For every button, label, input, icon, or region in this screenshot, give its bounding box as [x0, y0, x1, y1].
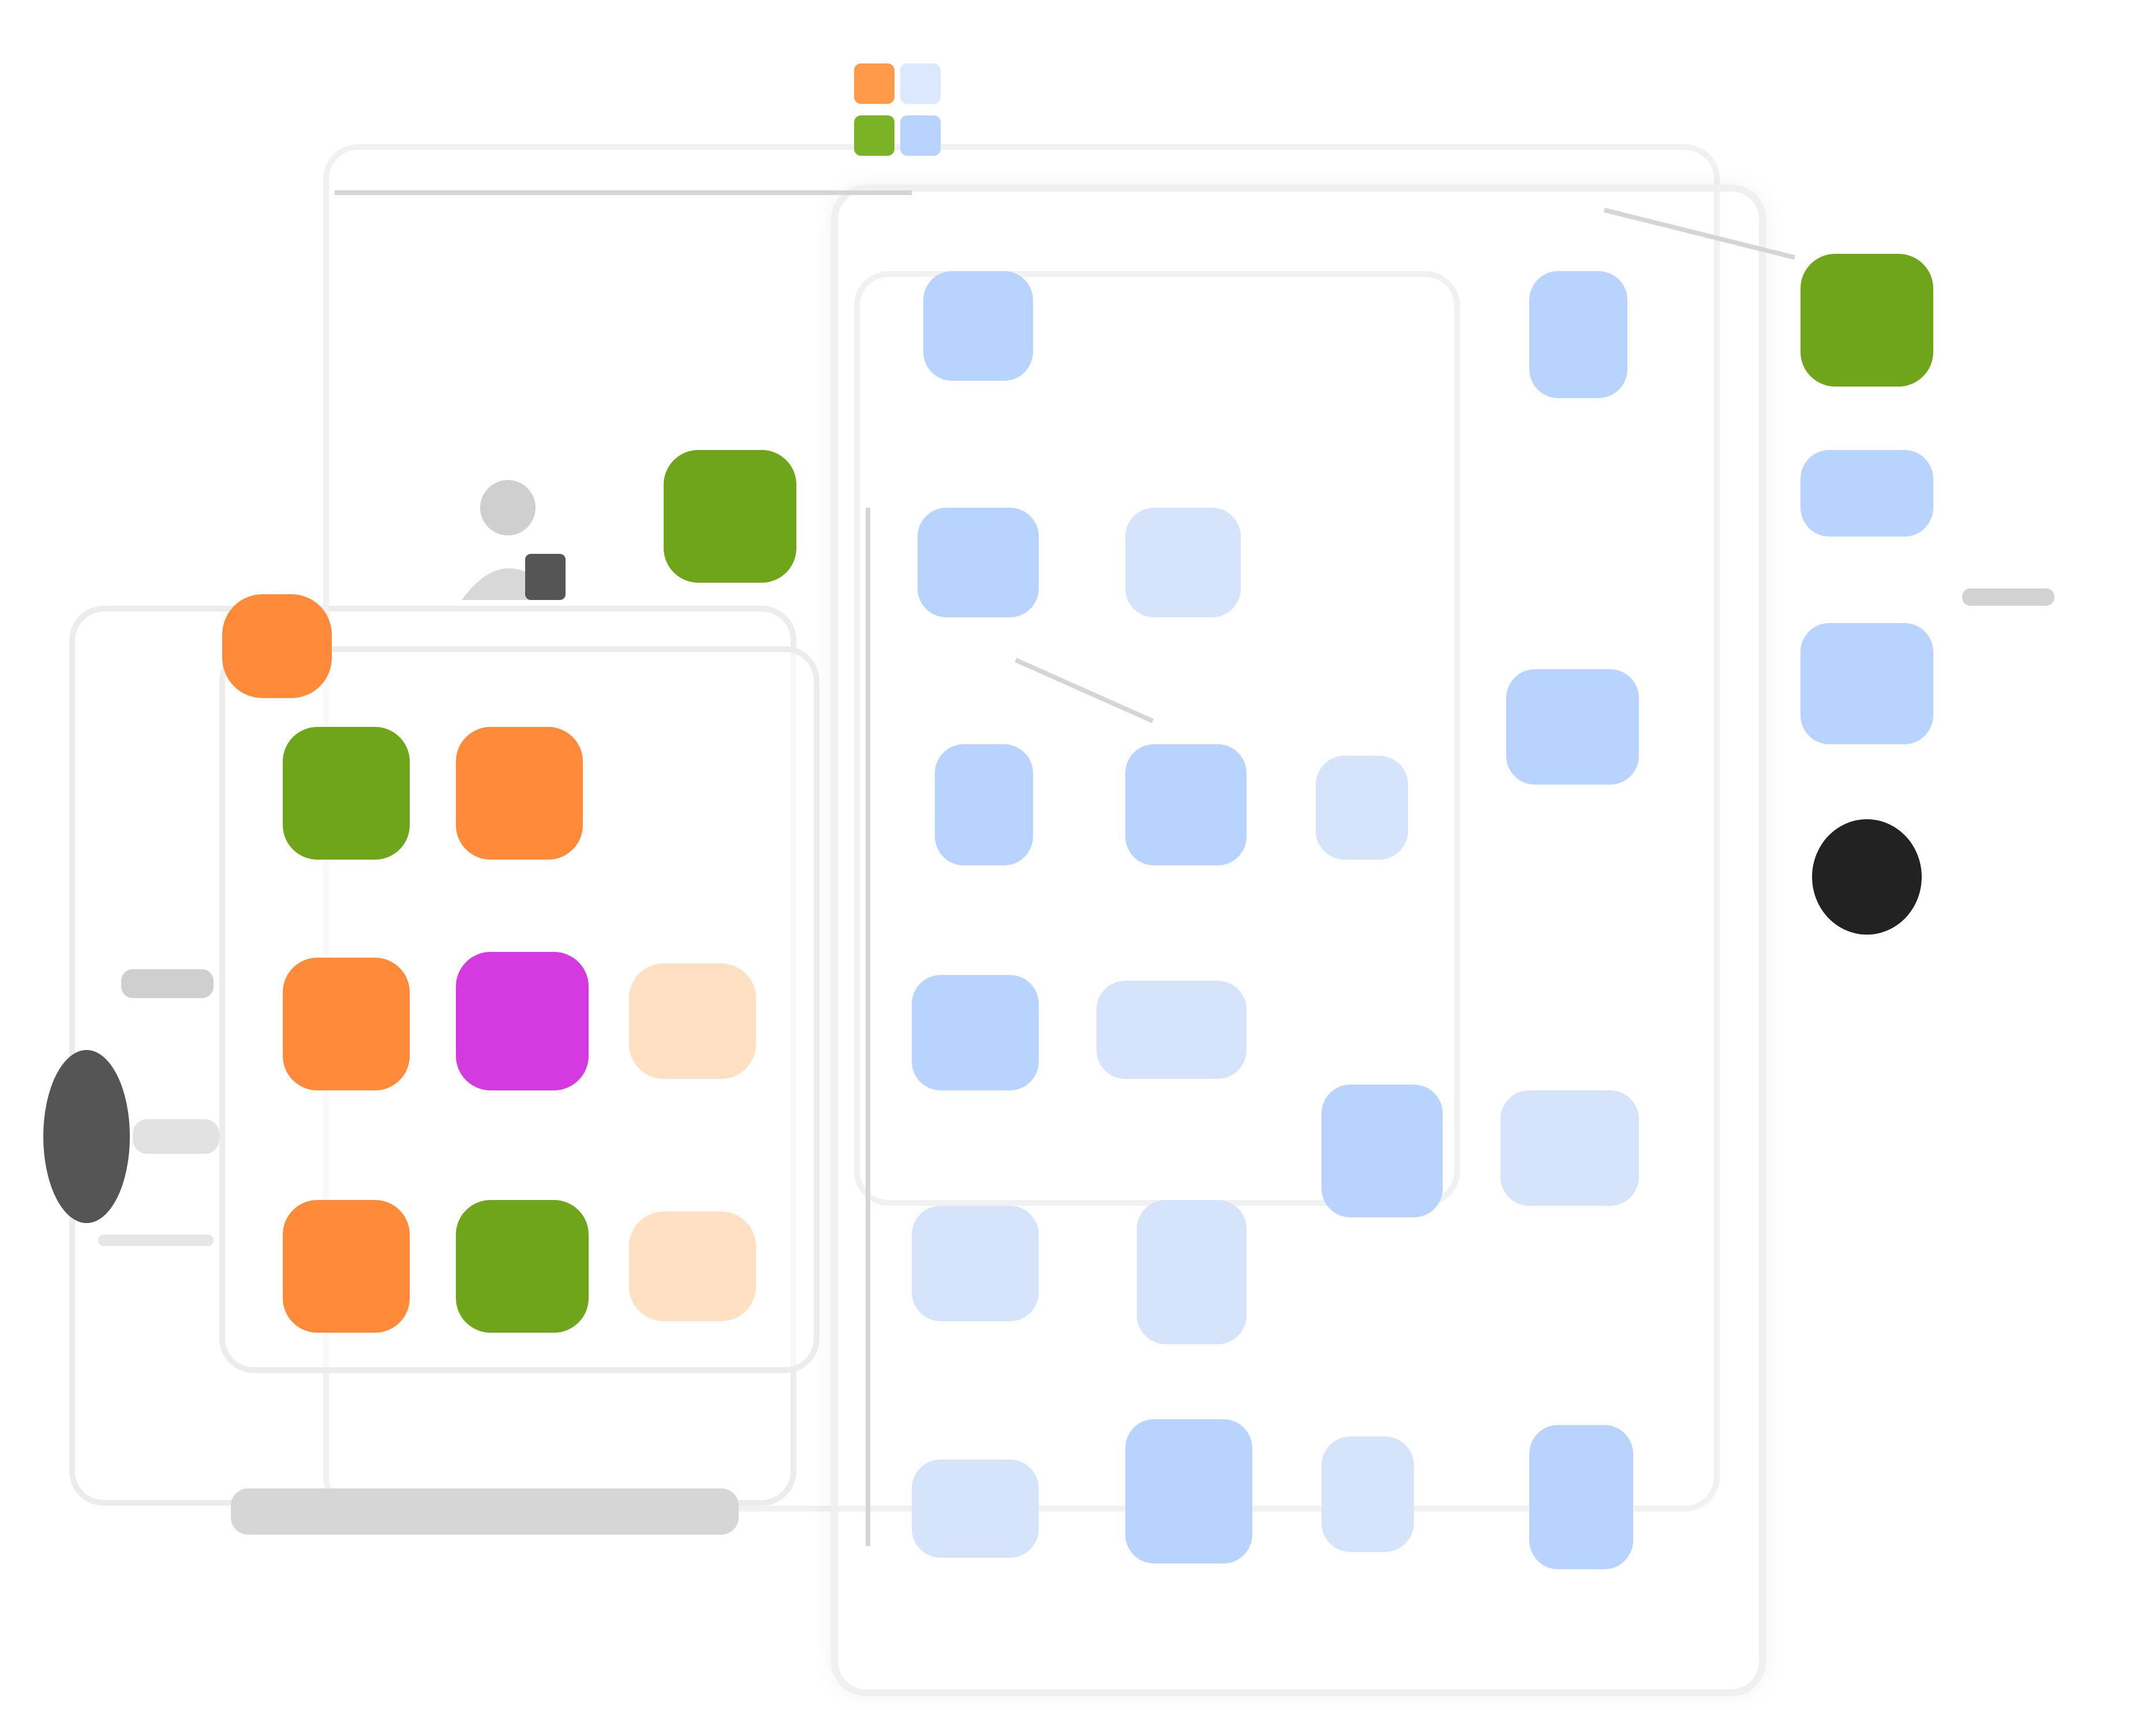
right-node[interactable] [1801, 450, 1933, 537]
palette-node-green[interactable] [283, 727, 410, 860]
grid-node[interactable] [1125, 744, 1247, 865]
grid-node[interactable] [1125, 508, 1241, 617]
grid-node[interactable] [923, 271, 1033, 381]
pinwheel-logo-icon [843, 52, 970, 167]
connector-line [866, 508, 870, 1546]
palette-node-orange[interactable] [456, 727, 583, 860]
output-arrow-icon [1951, 571, 2066, 623]
grid-node[interactable] [935, 744, 1033, 865]
right-node[interactable] [1801, 623, 1933, 744]
grid-node[interactable] [1125, 1419, 1252, 1563]
grid-node[interactable] [1137, 1200, 1247, 1344]
grid-node[interactable] [1529, 271, 1627, 398]
palette-node-peach[interactable] [629, 1212, 756, 1321]
connector-line [335, 190, 912, 195]
grid-node[interactable] [912, 1206, 1039, 1321]
palette-node-orange[interactable] [283, 1200, 410, 1333]
grid-node[interactable] [1322, 1085, 1443, 1217]
green-node-top-left[interactable] [664, 450, 796, 583]
grid-node[interactable] [1506, 669, 1639, 785]
grid-node[interactable] [1316, 756, 1408, 860]
green-node-right[interactable] [1801, 254, 1933, 387]
grid-node[interactable] [1529, 1425, 1633, 1569]
palette-node-purple[interactable] [456, 952, 589, 1090]
palette-node-orange[interactable] [283, 958, 410, 1090]
grid-node[interactable] [912, 1460, 1039, 1558]
grid-node[interactable] [1096, 981, 1247, 1079]
palette-node-peach[interactable] [629, 963, 756, 1079]
orange-small-node[interactable] [222, 594, 332, 698]
palette-node-green[interactable] [456, 1200, 589, 1333]
search-icon[interactable] [35, 946, 225, 1246]
grid-node[interactable] [1322, 1437, 1414, 1552]
grid-node[interactable] [912, 975, 1039, 1090]
bottom-bar [231, 1488, 739, 1535]
user-icon [456, 467, 571, 612]
grid-node[interactable] [1500, 1090, 1639, 1206]
grid-node[interactable] [918, 508, 1039, 617]
right-node-dark[interactable] [1812, 819, 1922, 935]
